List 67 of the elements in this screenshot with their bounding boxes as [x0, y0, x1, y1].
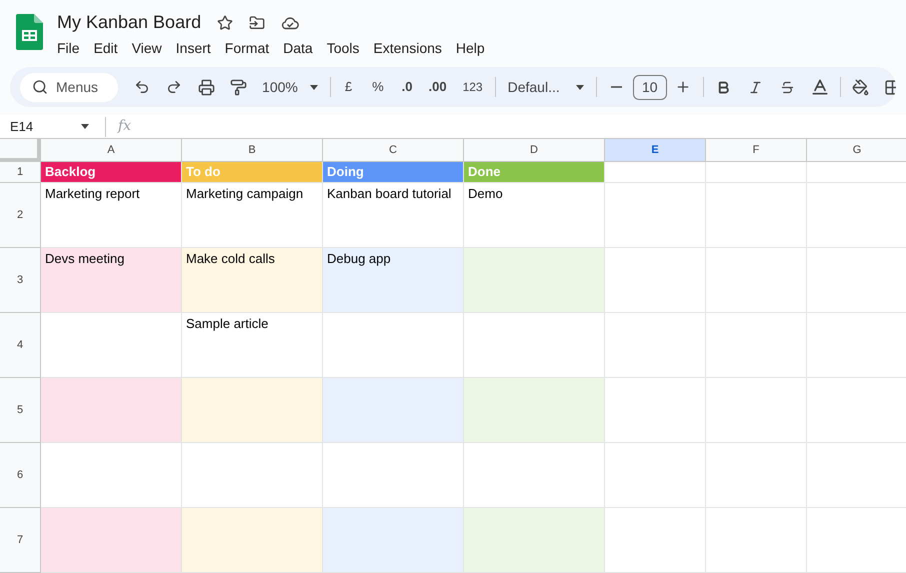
row-header[interactable]: 2: [0, 183, 41, 248]
document-title[interactable]: My Kanban Board: [57, 9, 202, 36]
column-header[interactable]: E: [605, 139, 706, 162]
currency-button[interactable]: £: [334, 77, 362, 97]
paint-bucket-icon: [852, 78, 870, 96]
undo-icon: [134, 79, 150, 95]
function-label: fx: [118, 117, 132, 136]
column-header[interactable]: D: [464, 139, 605, 162]
table-cell: Make cold calls: [182, 248, 323, 313]
menu-item[interactable]: Extensions: [373, 38, 442, 59]
menu-item[interactable]: Format: [224, 38, 270, 59]
menu-item[interactable]: Insert: [176, 38, 211, 59]
table-cell: Sample article: [182, 313, 323, 378]
redo-icon: [166, 79, 182, 95]
minus-icon: [611, 86, 622, 88]
plus-icon: [674, 79, 691, 95]
menus-search-field[interactable]: Menus: [20, 72, 118, 102]
bold-icon: [716, 80, 732, 94]
number-format-button[interactable]: 123: [454, 78, 491, 96]
caret-icon: [310, 84, 318, 90]
search-icon: [32, 79, 48, 95]
percent-button[interactable]: %: [362, 77, 394, 97]
row-header[interactable]: 4: [0, 313, 41, 378]
menu-item[interactable]: Data: [283, 38, 313, 59]
row-header[interactable]: 3: [0, 248, 41, 313]
column-header[interactable]: G: [807, 139, 906, 162]
increase-decimals-button[interactable]: .00: [420, 77, 455, 97]
column-title-cell: Doing: [323, 162, 464, 183]
menu-item[interactable]: Help: [456, 38, 485, 59]
cloud-check-icon[interactable]: [281, 16, 300, 30]
column-title-cell: To do: [182, 162, 323, 183]
caret-icon: [81, 124, 89, 129]
menu-item[interactable]: Edit: [94, 38, 118, 59]
table-cell: Devs meeting: [41, 248, 182, 313]
row-header[interactable]: 7: [0, 508, 41, 573]
column-header[interactable]: C: [323, 139, 464, 162]
row-header[interactable]: 6: [0, 443, 41, 508]
text-color-icon: [810, 77, 830, 97]
menu-item[interactable]: Tools: [326, 38, 360, 59]
column-header[interactable]: B: [182, 139, 323, 162]
strikethrough-icon: [780, 80, 796, 94]
row-header[interactable]: 5: [0, 378, 41, 443]
font-dropdown[interactable]: Defaul...: [500, 73, 592, 101]
star-icon[interactable]: [217, 14, 234, 30]
font-size-field[interactable]: 10: [632, 74, 667, 100]
caret-icon: [576, 84, 584, 90]
name-box[interactable]: E14: [0, 116, 93, 136]
menu-item[interactable]: View: [132, 38, 162, 59]
column-header[interactable]: A: [41, 139, 182, 162]
table-cell: Kanban board tutorial: [323, 183, 464, 248]
paint-roller-icon: [230, 78, 247, 96]
column-header[interactable]: F: [706, 139, 807, 162]
table-cell: Marketing report: [41, 183, 182, 248]
row-header[interactable]: 1: [0, 162, 41, 183]
decrease-decimals-button[interactable]: .0: [394, 77, 420, 97]
table-cell: Demo: [464, 183, 605, 248]
table-cell: Debug app: [323, 248, 464, 313]
menu-item[interactable]: File: [57, 38, 80, 59]
column-title-cell: Done: [464, 162, 605, 183]
folder-icon[interactable]: [249, 14, 266, 30]
print-icon: [198, 78, 215, 96]
italic-icon: [748, 80, 764, 94]
spreadsheet-logo[interactable]: [16, 14, 43, 50]
table-cell: Marketing campaign: [182, 183, 323, 248]
zoom-dropdown[interactable]: 100%: [254, 73, 326, 101]
column-title-cell: Backlog: [41, 162, 182, 183]
borders-icon: [884, 78, 896, 96]
